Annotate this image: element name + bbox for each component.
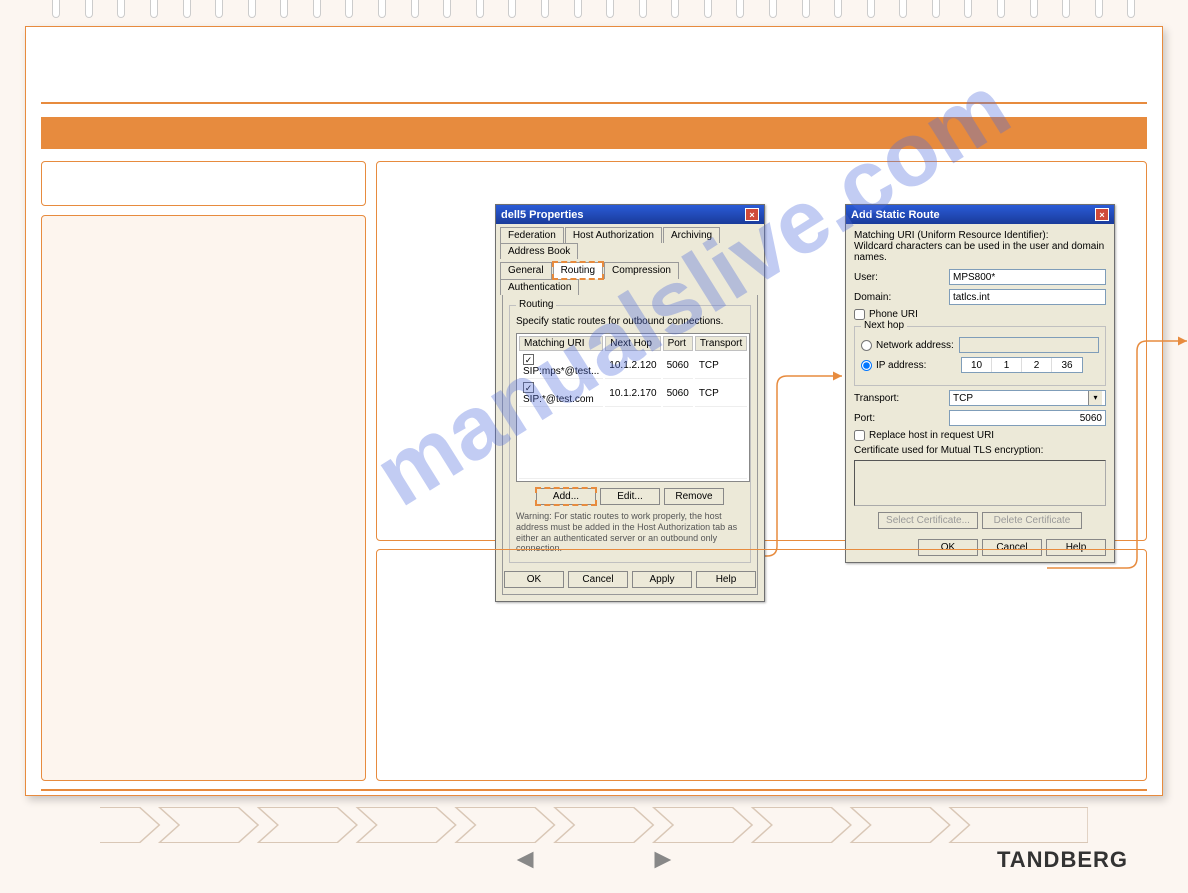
- phone-uri-label: Phone URI: [869, 309, 918, 320]
- left-small-box: [41, 161, 366, 206]
- th-port: Port: [663, 336, 693, 351]
- th-transport: Transport: [695, 336, 747, 351]
- close-icon[interactable]: ×: [1095, 208, 1109, 221]
- domain-label: Domain:: [854, 292, 949, 303]
- routing-warning: Warning: For static routes to work prope…: [516, 511, 744, 554]
- dlg2-heading: Matching URI (Uniform Resource Identifie…: [854, 230, 1106, 241]
- transport-select[interactable]: TCP▾: [949, 390, 1106, 406]
- edit-button[interactable]: Edit...: [600, 488, 660, 505]
- table-row[interactable]: ✓SIP:mps*@test... 10.1.2.120 5060 TCP: [519, 353, 747, 379]
- row-check-icon[interactable]: ✓: [523, 354, 534, 365]
- dlg2-title: Add Static Route: [851, 209, 940, 221]
- network-label: Network address:: [876, 340, 959, 351]
- cert-label: Certificate used for Mutual TLS encrypti…: [854, 445, 1106, 456]
- dlg1-titlebar[interactable]: dell5 Properties ×: [496, 205, 764, 224]
- chevron-down-icon: ▾: [1088, 391, 1102, 405]
- brand-logo: TANDBERG: [997, 847, 1128, 873]
- tab-host-auth[interactable]: Host Authorization: [565, 227, 662, 243]
- cert-box: [854, 460, 1106, 506]
- left-tall-box: [41, 215, 366, 781]
- prev-arrow-icon[interactable]: ◄: [511, 843, 539, 875]
- network-radio[interactable]: [861, 340, 872, 351]
- ip-input[interactable]: 101236: [961, 357, 1083, 373]
- header-bar: [41, 117, 1147, 149]
- th-hop: Next Hop: [605, 336, 660, 351]
- dlg2-sub: Wildcard characters can be used in the u…: [854, 241, 1106, 263]
- routing-group: Routing Specify static routes for outbou…: [509, 305, 751, 563]
- routes-table[interactable]: Matching URI Next Hop Port Transport ✓SI…: [516, 333, 750, 482]
- phone-uri-checkbox[interactable]: [854, 309, 865, 320]
- tab-compression[interactable]: Compression: [604, 262, 679, 279]
- nav-arrows: ◄ ►: [511, 843, 676, 875]
- add-button[interactable]: Add...: [536, 488, 596, 505]
- tab-general[interactable]: General: [500, 262, 552, 279]
- page-card: dell5 Properties × Federation Host Autho…: [25, 26, 1163, 796]
- user-label: User:: [854, 272, 949, 283]
- user-input[interactable]: [949, 269, 1106, 285]
- domain-input[interactable]: [949, 289, 1106, 305]
- add-static-route-dialog: Add Static Route × Matching URI (Uniform…: [845, 204, 1115, 563]
- port-label: Port:: [854, 413, 949, 424]
- right-upper-box: dell5 Properties × Federation Host Autho…: [376, 161, 1147, 541]
- spiral-binding: [40, 0, 1148, 22]
- ip-radio[interactable]: [861, 360, 872, 371]
- tab-address-book[interactable]: Address Book: [500, 243, 578, 259]
- table-row[interactable]: ✓SIP:*@test.com 10.1.2.170 5060 TCP: [519, 381, 747, 407]
- tab-authentication[interactable]: Authentication: [500, 279, 579, 295]
- close-icon[interactable]: ×: [745, 208, 759, 221]
- ip-label: IP address:: [876, 360, 961, 371]
- routing-instr: Specify static routes for outbound conne…: [516, 316, 744, 327]
- next-arrow-icon[interactable]: ►: [649, 843, 677, 875]
- tab-routing[interactable]: Routing: [553, 262, 603, 279]
- select-cert-button: Select Certificate...: [878, 512, 978, 529]
- dlg1-tab-row2: General Routing Compression Authenticati…: [496, 259, 764, 295]
- chevron-tabs: [100, 807, 1088, 843]
- footer-line: [41, 789, 1147, 791]
- tab-federation[interactable]: Federation: [500, 227, 564, 243]
- right-lower-box: [376, 549, 1147, 781]
- cert-btnrow: Select Certificate... Delete Certificate: [854, 512, 1106, 529]
- dlg2-body: Matching URI (Uniform Resource Identifie…: [846, 224, 1114, 562]
- port-input[interactable]: [949, 410, 1106, 426]
- network-input: [959, 337, 1099, 353]
- nexthop-legend: Next hop: [861, 320, 907, 331]
- delete-cert-button: Delete Certificate: [982, 512, 1082, 529]
- dlg1-title: dell5 Properties: [501, 209, 584, 221]
- remove-button[interactable]: Remove: [664, 488, 724, 505]
- row-check-icon[interactable]: ✓: [523, 382, 534, 393]
- routes-btnrow: Add... Edit... Remove: [516, 488, 744, 505]
- replace-host-checkbox[interactable]: [854, 430, 865, 441]
- transport-label: Transport:: [854, 393, 949, 404]
- replace-host-label: Replace host in request URI: [869, 430, 994, 441]
- dlg1-tab-row1: Federation Host Authorization Archiving …: [496, 224, 764, 259]
- dlg2-titlebar[interactable]: Add Static Route ×: [846, 205, 1114, 224]
- properties-dialog: dell5 Properties × Federation Host Autho…: [495, 204, 765, 602]
- header-line: [41, 102, 1147, 104]
- th-uri: Matching URI: [519, 336, 603, 351]
- tab-archiving[interactable]: Archiving: [663, 227, 720, 243]
- nexthop-group: Next hop Network address: IP address: 10…: [854, 326, 1106, 386]
- routing-legend: Routing: [516, 299, 556, 310]
